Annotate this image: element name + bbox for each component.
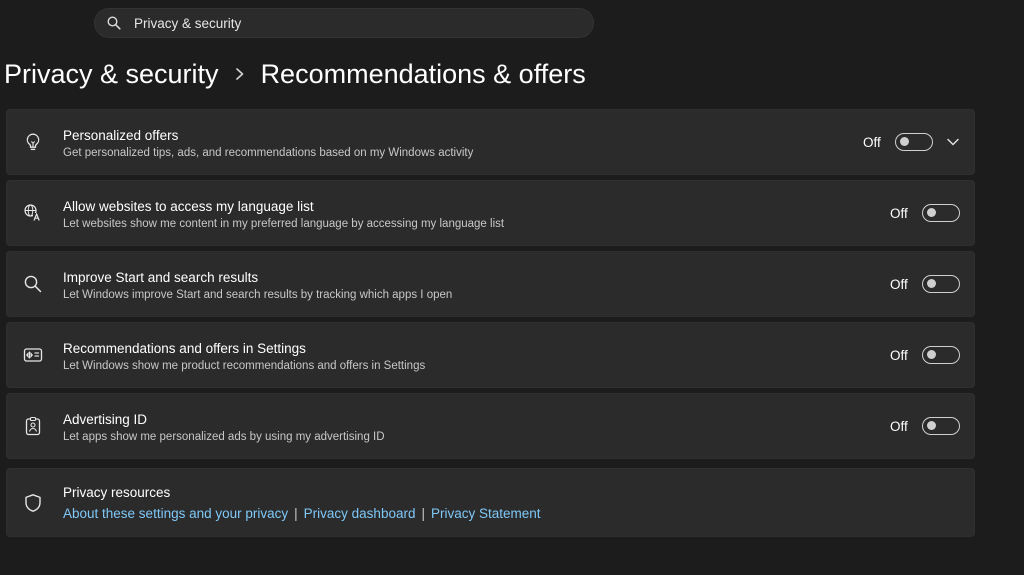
chevron-down-icon[interactable] bbox=[945, 134, 961, 150]
settings-recommendations-toggle[interactable] bbox=[921, 346, 960, 364]
setting-language-list: Allow websites to access my language lis… bbox=[6, 180, 975, 246]
search-icon bbox=[23, 274, 43, 294]
language-list-toggle[interactable] bbox=[921, 204, 960, 222]
search-icon bbox=[107, 16, 121, 30]
link-privacy-dashboard[interactable]: Privacy dashboard bbox=[304, 506, 416, 521]
breadcrumb-parent[interactable]: Privacy & security bbox=[4, 59, 219, 90]
setting-title: Allow websites to access my language lis… bbox=[63, 199, 314, 214]
breadcrumb-current: Recommendations & offers bbox=[260, 58, 586, 89]
chevron-right-icon bbox=[235, 67, 245, 81]
toggle-group: Off bbox=[890, 346, 960, 364]
setting-improve-start-search: Improve Start and search results Let Win… bbox=[6, 251, 975, 317]
settings-recommendations-icon bbox=[23, 345, 43, 365]
toggle-state-label: Off bbox=[863, 134, 881, 150]
settings-page: Privacy & security Recommendations & off… bbox=[0, 0, 1024, 575]
link-separator: | bbox=[294, 506, 298, 521]
setting-title: Recommendations and offers in Settings bbox=[63, 341, 306, 356]
toggle-group: Off bbox=[890, 417, 960, 435]
advertising-id-toggle[interactable] bbox=[921, 417, 960, 435]
search-box[interactable] bbox=[94, 8, 594, 38]
language-icon bbox=[23, 203, 43, 223]
privacy-resources-card: Privacy resources About these settings a… bbox=[6, 468, 975, 537]
toggle-group: Off bbox=[863, 133, 961, 151]
setting-recommendations-in-settings: Recommendations and offers in Settings L… bbox=[6, 322, 975, 388]
setting-description: Let apps show me personalized ads by usi… bbox=[63, 431, 385, 443]
improve-search-toggle[interactable] bbox=[921, 275, 960, 293]
link-about-settings-privacy[interactable]: About these settings and your privacy bbox=[63, 506, 288, 521]
link-separator: | bbox=[421, 506, 425, 521]
toggle-group: Off bbox=[890, 204, 960, 222]
setting-title: Advertising ID bbox=[63, 412, 148, 427]
shield-icon bbox=[23, 493, 43, 513]
search-input[interactable] bbox=[134, 15, 534, 31]
advertising-id-icon bbox=[23, 416, 43, 436]
setting-description: Let Windows show me product recommendati… bbox=[63, 360, 426, 372]
lightbulb-icon bbox=[23, 132, 43, 152]
privacy-resources-title: Privacy resources bbox=[63, 485, 171, 500]
setting-description: Let websites show me content in my prefe… bbox=[63, 218, 505, 230]
breadcrumb: Privacy & security Recommendations & off… bbox=[4, 56, 586, 92]
toggle-group: Off bbox=[890, 275, 960, 293]
toggle-state-label: Off bbox=[890, 347, 908, 363]
toggle-state-label: Off bbox=[890, 276, 908, 292]
setting-title: Personalized offers bbox=[63, 128, 179, 143]
link-privacy-statement[interactable]: Privacy Statement bbox=[431, 506, 541, 521]
setting-advertising-id: Advertising ID Let apps show me personal… bbox=[6, 393, 975, 459]
setting-personalized-offers[interactable]: Personalized offers Get personalized tip… bbox=[6, 109, 975, 175]
setting-title: Improve Start and search results bbox=[63, 270, 259, 285]
setting-description: Let Windows improve Start and search res… bbox=[63, 289, 453, 301]
toggle-state-label: Off bbox=[890, 205, 908, 221]
setting-description: Get personalized tips, ads, and recommen… bbox=[63, 147, 474, 159]
toggle-state-label: Off bbox=[890, 418, 908, 434]
personalized-offers-toggle[interactable] bbox=[894, 133, 933, 151]
privacy-resource-links: About these settings and your privacy | … bbox=[63, 506, 541, 521]
